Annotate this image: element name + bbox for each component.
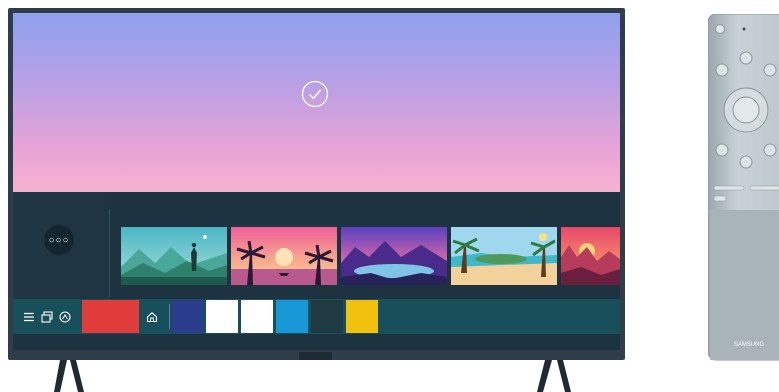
remote-control: SAMSUNG [708,14,779,361]
app-tile-white-1[interactable] [206,300,238,333]
tv-leg-left [54,360,84,392]
more-icon: ○○○ [48,234,70,246]
thumbnail-lake[interactable] [341,227,447,285]
divider [109,209,110,297]
tv-screen: ○○○ [13,13,620,350]
app-tile-navy[interactable] [171,300,203,333]
app-tile-red[interactable] [82,300,139,333]
hero-banner [13,13,620,192]
menu-icon[interactable] [23,311,35,323]
side-panel: ○○○ [13,192,109,300]
home-icon[interactable] [146,311,158,323]
taskbar [13,299,620,334]
sources-icon[interactable] [41,311,53,323]
thumbnail-mountains[interactable] [121,227,227,285]
thumbnail-beach[interactable] [451,227,557,285]
remote-brand-label: SAMSUNG [734,342,765,348]
taskbar-divider [169,304,170,329]
tv-brand-badge [299,352,332,360]
check-circle-icon [301,80,329,108]
app-tile-blue[interactable] [276,300,308,333]
ambient-icon[interactable] [59,311,71,323]
app-tile-dark[interactable] [311,300,343,333]
app-tile-white-2[interactable] [241,300,273,333]
app-tile-yellow[interactable] [346,300,378,333]
tv-leg-right [537,360,571,392]
thumbnail-desert[interactable] [561,227,620,285]
more-button[interactable]: ○○○ [44,225,74,255]
thumbnail-palm-sunset[interactable] [231,227,337,285]
